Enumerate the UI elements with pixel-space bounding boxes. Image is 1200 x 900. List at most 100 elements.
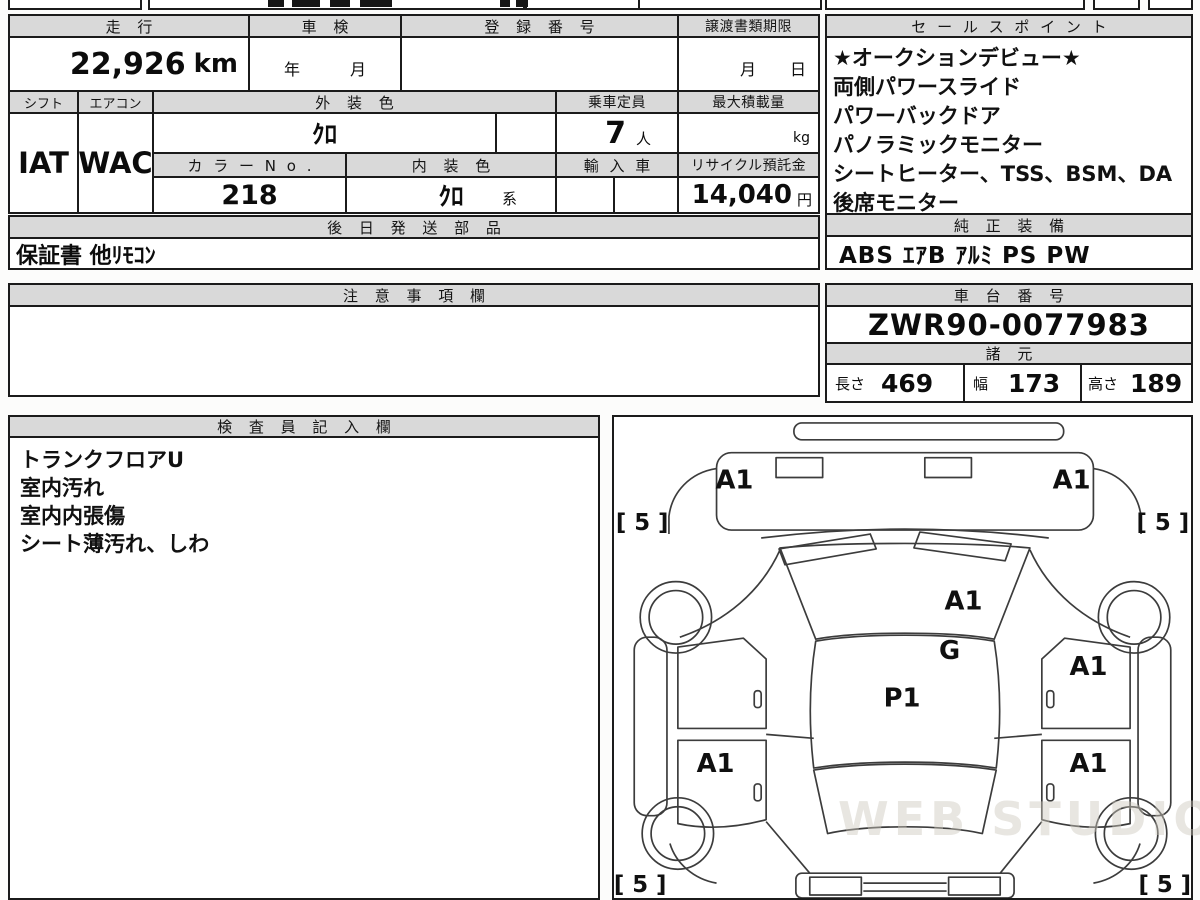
transfer-deadline-value: 月 日 [677, 36, 820, 92]
mark-roof: P1 [884, 684, 921, 714]
cautions-body [8, 305, 820, 397]
sales-points-body: ★オークションデビュー★ 両側パワースライド パワーバックドア パノラミックモニ… [825, 36, 1193, 215]
mark-front-bumper-left: A1 [715, 465, 753, 495]
registration-value [400, 36, 679, 92]
tire-mark-rear-left: [ 5 ] [614, 872, 666, 898]
recycle-deposit-header: リサイクル預託金 [677, 152, 820, 178]
wiper-left [778, 533, 878, 566]
wheel-rear-right-inner [1103, 805, 1159, 862]
later-shipping-value: 保証書 他ﾘﾓｺﾝ [8, 237, 820, 270]
rear-bumper-slot-right [947, 876, 1002, 896]
cutoff-text-remnant [330, 0, 350, 7]
genuine-equipment-header: 純 正 装 備 [825, 213, 1193, 237]
genuine-equipment-value: ABS ｴｱB ｱﾙﾐ PS PW [825, 235, 1193, 270]
aircon-value: WAC [77, 112, 154, 214]
transfer-deadline-header: 譲渡書類期限 [677, 14, 820, 38]
front-bumper [715, 451, 1095, 531]
front-bumper-slot-right [923, 456, 973, 479]
shaken-month-label: 月 [350, 60, 367, 79]
mark-rear-door-left: A1 [697, 749, 735, 779]
transfer-day-label: 日 [789, 60, 806, 79]
sales-points-header: セ ー ル ス ポ イ ン ト [825, 14, 1193, 38]
cautions-header: 注 意 事 項 欄 [8, 283, 820, 307]
tire-mark-rear-right: [ 5 ] [1139, 872, 1191, 898]
chassis-no-header: 車 台 番 号 [825, 283, 1193, 307]
sales-point-line: シートヒーター、TSS、BSM、DA [833, 162, 1173, 186]
max-load-unit: kg [793, 130, 810, 146]
length-value: 469 [881, 368, 934, 398]
tire-mark-front-right: [ 5 ] [1137, 510, 1190, 536]
mileage-number: 22,926 [69, 46, 186, 82]
shaken-year-label: 年 [283, 60, 300, 79]
c-pillar-lines [765, 821, 1043, 874]
mileage-unit: km [193, 49, 238, 79]
door-handle-rear-left [753, 783, 763, 802]
windshield [779, 542, 1031, 640]
cutoff-cell [1093, 0, 1140, 10]
cutoff-cell [1148, 0, 1193, 10]
front-fender-right [1093, 467, 1142, 535]
sales-point-line: ★オークションデビュー★ [833, 46, 1081, 70]
max-load-value: kg [677, 112, 820, 154]
cutoff-text-remnant [268, 0, 284, 7]
front-bumper-top-strip [793, 422, 1065, 441]
shift-value: IAT [8, 112, 79, 214]
wheel-front-left-inner [648, 589, 704, 645]
sales-point-line: パノラミックモニター [833, 133, 1043, 157]
inspector-notes-body: トランクフロアU 室内汚れ 室内内張傷 シート薄汚れ、しわ [8, 436, 600, 900]
height-label: 高さ [1088, 374, 1119, 393]
dimension-length: 長さ 469 [825, 363, 965, 403]
mark-cowl: G [939, 636, 960, 666]
rear-window [812, 763, 998, 835]
recycle-deposit-value: 14,040 円 [677, 176, 820, 214]
capacity-unit: 人 [635, 129, 651, 148]
wheel-rear-right [1094, 796, 1168, 871]
shaken-header: 車 検 [248, 14, 402, 38]
side-sill-right [1137, 636, 1172, 817]
cutoff-cell [8, 0, 142, 10]
cutoff-text-remnant [292, 0, 320, 7]
mark-front-door-right: A1 [1070, 652, 1108, 682]
sales-point-line: パワーバックドア [833, 104, 1001, 128]
import-car-header: 輸 入 車 [555, 152, 679, 178]
import-car-cell-2 [613, 176, 679, 214]
capacity-header: 乗車定員 [555, 90, 679, 114]
interior-color-suffix: 系 [501, 190, 517, 208]
interior-color-text: ｸﾛ [438, 182, 464, 211]
wheel-front-right-inner [1106, 589, 1162, 645]
door-handle-front-right [1045, 689, 1055, 709]
mileage-header: 走 行 [8, 14, 250, 38]
front-fender-left [668, 467, 717, 535]
car-development-view: A1 A1 A1 G P1 A1 A1 A1 [ 5 ] [ 5 ] [ 5 ]… [614, 422, 1191, 899]
front-door-left [677, 637, 767, 730]
import-car-cell-1 [555, 176, 615, 214]
chassis-no-value: ZWR90-0077983 [825, 305, 1193, 344]
side-sill-left [633, 636, 668, 817]
cutoff-cell [638, 0, 822, 10]
aircon-header: エアコン [77, 90, 154, 114]
mark-front-bumper-right: A1 [1053, 465, 1091, 495]
damage-diagram-box: A1 A1 A1 G P1 A1 A1 A1 [ 5 ] [ 5 ] [ 5 ]… [612, 415, 1193, 900]
shift-header: シフト [8, 90, 79, 114]
wiper-right [913, 531, 1012, 562]
inspector-note-line: 室内内張傷 [20, 504, 125, 528]
color-no-header: カ ラ ー N o . [152, 152, 347, 178]
inspector-note-line: トランクフロアU [20, 448, 185, 472]
exterior-color-value: ｸﾛ [152, 112, 497, 154]
inspector-notes-header: 検 査 員 記 入 欄 [8, 415, 600, 438]
capacity-value: 7 人 [555, 112, 679, 154]
max-load-header: 最大積載量 [677, 90, 820, 114]
color-no-value: 218 [152, 176, 347, 214]
width-label: 幅 [973, 374, 989, 393]
dimensions-header: 諸 元 [825, 342, 1193, 365]
width-value: 173 [1008, 368, 1061, 398]
exterior-color-extra-cell [495, 112, 557, 154]
registration-header: 登 録 番 号 [400, 14, 679, 38]
transfer-month-label: 月 [739, 60, 756, 79]
body-line-connectors [766, 733, 1042, 740]
cutoff-cell [825, 0, 1085, 10]
dimension-width: 幅 173 [963, 363, 1082, 403]
interior-color-header: 内 装 色 [345, 152, 557, 178]
wheel-front-left [639, 580, 713, 654]
height-value: 189 [1130, 368, 1183, 398]
